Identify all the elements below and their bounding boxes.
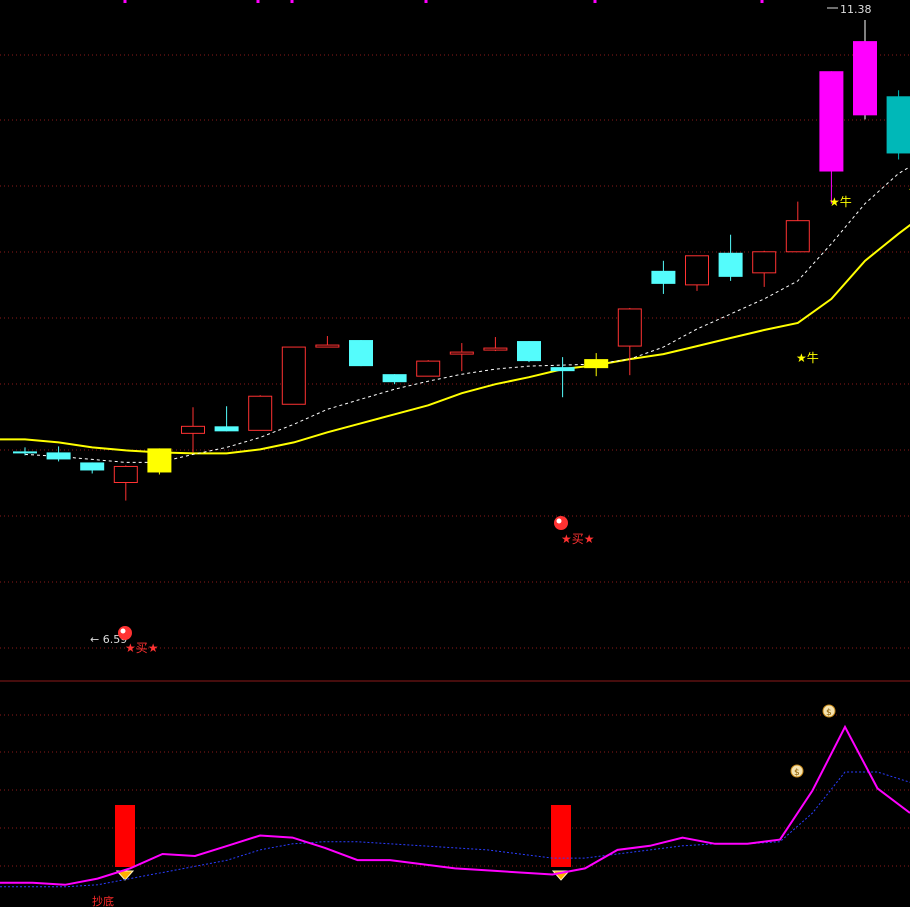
grid-lines [0, 54, 910, 867]
candle-body [80, 462, 105, 471]
buy-signal-label: ★买★ [125, 641, 159, 655]
candle-body [752, 251, 777, 274]
candle-body [785, 220, 810, 253]
candle-body [416, 360, 441, 377]
candle [853, 20, 877, 120]
annotations: ← 6.5911.38★买★★买★★牛★牛 [90, 3, 872, 655]
top-tick [256, 0, 260, 3]
candle-body [46, 452, 71, 460]
candle [147, 448, 172, 475]
top-tick [290, 0, 294, 3]
candle [617, 307, 642, 376]
top-tick [424, 0, 428, 3]
candle-body [181, 425, 205, 434]
candle [13, 447, 37, 456]
top-tick [760, 0, 764, 3]
candle-body [517, 341, 541, 362]
candle-body [147, 448, 172, 473]
candle [550, 357, 575, 398]
candle [416, 360, 441, 377]
candle [718, 234, 743, 281]
top-ticks [123, 0, 764, 3]
buy-ball-icon [554, 516, 568, 530]
candle [315, 336, 340, 348]
candle [349, 340, 373, 367]
candle-body [651, 270, 676, 284]
candle [449, 343, 474, 372]
candle-body [248, 395, 273, 431]
candle-body [718, 252, 743, 277]
candle [584, 353, 609, 377]
buy-signal-label: ★买★ [561, 532, 595, 546]
candle-body [214, 426, 239, 432]
candle-body [584, 359, 609, 369]
candle-body [382, 374, 407, 383]
candle-body [550, 367, 575, 372]
money-bag-symbol: $ [794, 768, 800, 778]
candle-body [449, 351, 474, 355]
candle [651, 260, 676, 294]
candle [281, 346, 306, 405]
candle-body [886, 96, 910, 154]
stock-chart: ← 6.5911.38★买★★买★★牛★牛 $$抄底 [0, 0, 910, 907]
candle [785, 201, 810, 253]
indicator-panel: $ $ 抄底 [0, 704, 910, 907]
candle-body [349, 340, 373, 367]
money-bag-symbol: $ [826, 708, 832, 718]
moving-averages [0, 133, 910, 463]
candle-body [685, 255, 709, 286]
candle-body [617, 308, 642, 347]
bottom-fishing-label: 抄底 [92, 894, 114, 907]
candle [46, 446, 71, 462]
candle [248, 395, 273, 431]
buy-ball-icon [118, 626, 132, 640]
top-tick [123, 0, 127, 3]
high-price-label: 11.38 [840, 3, 872, 16]
buy-ball-icon-shine [120, 628, 126, 634]
ma-yellow-line [0, 188, 910, 455]
indicator-magenta-line [0, 724, 910, 886]
candlesticks [13, 20, 910, 501]
candle-body [315, 344, 340, 348]
bull-signal-label: ★牛 [796, 350, 819, 365]
candle-body [853, 41, 877, 116]
candle [80, 462, 105, 474]
candle-body [483, 347, 508, 351]
candle-body [281, 346, 306, 405]
candle [819, 71, 844, 204]
bull-signal-label: ★牛 [829, 194, 852, 209]
ma-white-line [24, 133, 910, 463]
indicator-blue-line [0, 771, 910, 888]
candle [113, 465, 138, 501]
candle-body [113, 465, 138, 484]
bottom-signal-bar [115, 805, 135, 867]
candle-body [13, 451, 37, 454]
candle [886, 90, 910, 160]
candle [483, 337, 508, 352]
candle [181, 407, 205, 453]
candle [752, 250, 777, 287]
candle [214, 406, 239, 432]
buy-ball-icon-shine [556, 518, 562, 524]
candle-body [819, 71, 844, 172]
top-tick [593, 0, 597, 3]
candle [517, 341, 541, 363]
candle [382, 374, 407, 385]
candle [685, 255, 709, 291]
